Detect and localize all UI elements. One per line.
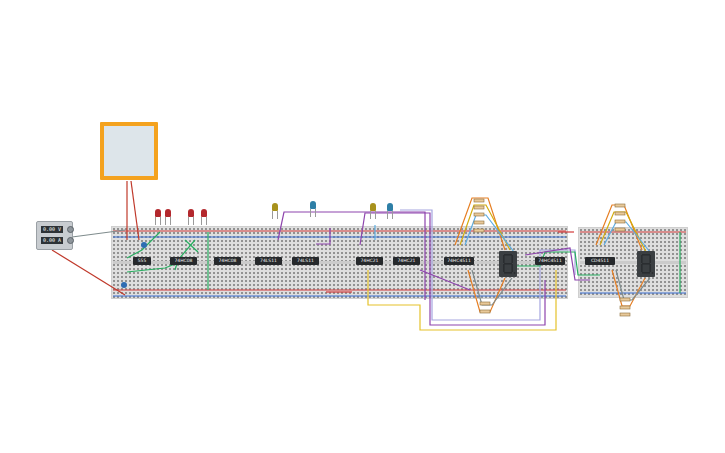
ic-chip[interactable]: 74HC08	[170, 257, 197, 265]
ic-chip[interactable]: 555	[133, 257, 151, 265]
circuit-canvas: 0.00 V 0.00 A 555 74HC08 74HC08 74LS11 74LS11 7…	[0, 0, 725, 453]
led[interactable]	[165, 209, 171, 225]
led[interactable]	[155, 209, 161, 225]
led-icon	[188, 209, 194, 217]
led[interactable]	[201, 209, 207, 225]
power-supply[interactable]: 0.00 V 0.00 A	[36, 221, 73, 250]
capacitor-icon[interactable]	[141, 242, 147, 248]
ic-chip[interactable]: 74HC4511	[444, 257, 474, 265]
led[interactable]	[310, 201, 316, 217]
ic-chip[interactable]: 74HC21	[393, 257, 420, 265]
led-icon	[272, 203, 278, 211]
psu-readout: 0.00 A	[41, 237, 63, 244]
ic-chip[interactable]: 74HC21	[356, 257, 383, 265]
led-icon	[155, 209, 161, 217]
seven-segment-display	[637, 251, 655, 277]
led-icon	[370, 203, 376, 211]
led[interactable]	[188, 209, 194, 225]
led-icon	[310, 201, 316, 209]
oscilloscope[interactable]	[100, 122, 158, 180]
ic-chip[interactable]: 74HC4511	[535, 257, 565, 265]
led-icon	[387, 203, 393, 211]
knob-icon[interactable]	[67, 226, 74, 233]
led-icon	[165, 209, 171, 217]
ic-chip[interactable]: 74LS11	[292, 257, 319, 265]
ic-chip[interactable]: CD4511	[585, 257, 615, 265]
seven-segment-display	[499, 251, 517, 277]
led[interactable]	[272, 203, 278, 219]
knob-icon[interactable]	[67, 237, 74, 244]
psu-readout: 0.00 V	[41, 226, 63, 233]
ic-chip[interactable]: 74HC08	[214, 257, 241, 265]
wires	[0, 0, 725, 453]
led[interactable]	[370, 203, 376, 219]
capacitor-icon[interactable]	[121, 282, 127, 288]
ic-chip[interactable]: 74LS11	[255, 257, 282, 265]
led[interactable]	[387, 203, 393, 219]
led-icon	[201, 209, 207, 217]
